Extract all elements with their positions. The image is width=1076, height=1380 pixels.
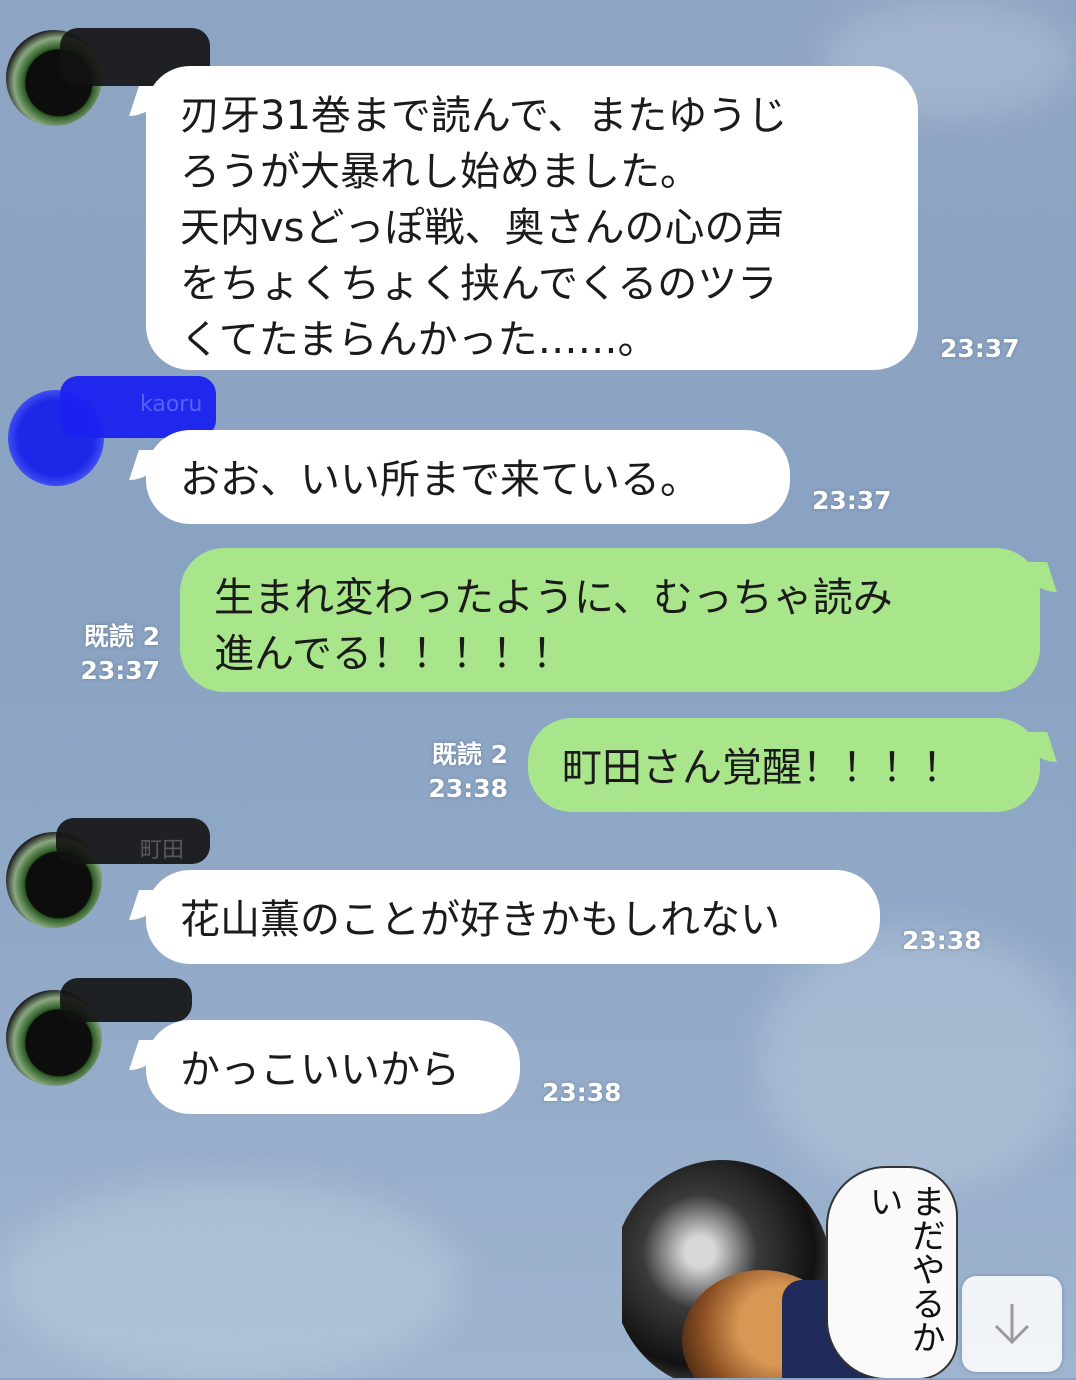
background-cloud [760,930,1076,1190]
message-bubble-incoming[interactable]: かっこいいから [146,1020,520,1114]
sticker-text: まだやるかい [863,1184,945,1354]
message-bubble-outgoing[interactable]: 町田さん覚醒！！！！ [528,718,1040,812]
message-bubble-incoming[interactable]: 刃牙31巻まで読んで、またゆうじ ろうが大暴れし始めました。 天内vsどっぽ戦、… [146,66,918,370]
message-time: 23:38 [428,774,508,803]
message-bubble-outgoing[interactable]: 生まれ変わったように、むっちゃ読み 進んでる！！！！！ [180,548,1040,692]
sticker-speech-bubble: まだやるかい [826,1166,958,1378]
sender-name: 町田 [140,982,184,1014]
message-time: 23:37 [940,334,1020,363]
message-time: 23:37 [812,486,892,515]
sender-name: 町田 [140,838,185,863]
message-time: 23:38 [542,1078,622,1107]
redaction-scribble [56,818,210,864]
message-time: 23:38 [902,926,982,955]
read-receipt: 既読 2 23:38 [408,738,508,806]
scroll-to-bottom-button[interactable] [962,1276,1062,1372]
arrow-down-icon [994,1304,1030,1345]
sender-name: 町田 [140,30,184,62]
read-receipt: 既読 2 23:37 [60,620,160,688]
message-time: 23:37 [80,656,160,685]
read-count: 既読 2 [83,622,160,651]
read-count: 既読 2 [431,740,508,769]
sender-name: kaoru [140,392,203,417]
background-cloud [0,1180,460,1380]
message-bubble-incoming[interactable]: おお、いい所まで来ている。 [146,430,790,524]
manga-sticker[interactable]: まだやるかい [622,1160,962,1378]
message-bubble-incoming[interactable]: 花山薫のことが好きかもしれない [146,870,880,964]
